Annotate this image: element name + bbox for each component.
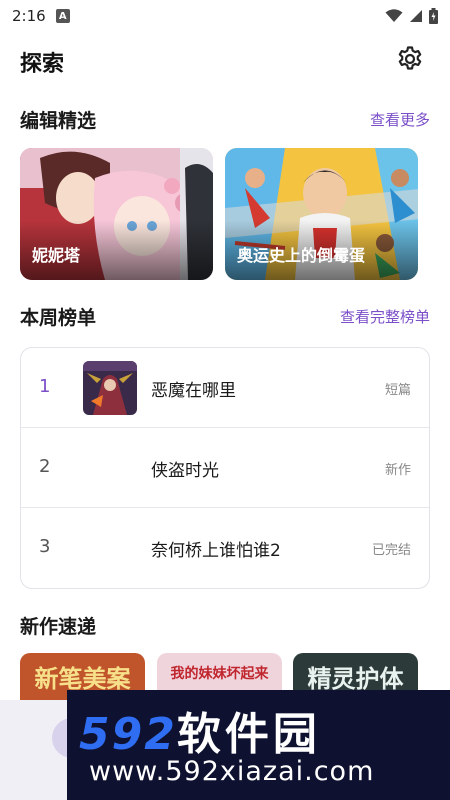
rank-number: 1 <box>39 376 51 397</box>
wifi-icon <box>385 9 403 22</box>
rank-row[interactable]: 3 奈何桥上谁怕谁2 已完结 <box>21 508 429 588</box>
editor-picks-more-link[interactable]: 查看更多 <box>370 109 430 130</box>
rank-title: 侠盗时光 <box>151 461 219 481</box>
new-work-cover-text: 我的妹妹坏起来 <box>170 666 269 682</box>
rank-tag: 短篇 <box>384 383 411 398</box>
gear-icon <box>398 46 422 70</box>
new-work-cover-text: 新笔美案 <box>34 665 131 693</box>
rank-list: 1 恶魔在哪里 短篇 2 侠盗时光 新作 3 奈何桥上谁怕谁2 已完结 <box>20 347 430 589</box>
rank-title: 恶魔在哪里 <box>151 381 236 401</box>
rank-tag: 新作 <box>384 463 411 478</box>
status-icons <box>385 8 438 24</box>
watermark-brand: 592软件园 <box>79 698 321 762</box>
weekly-rank-title: 本周榜单 <box>20 306 97 329</box>
editor-pick-label: 妮妮塔 <box>32 246 81 265</box>
status-time: 2:16 <box>12 7 46 25</box>
weekly-rank-more-link[interactable]: 查看完整榜单 <box>340 306 430 327</box>
rank-cover-image <box>83 361 137 415</box>
status-bar: 2:16 A <box>0 0 450 32</box>
page-title: 探索 <box>20 52 65 77</box>
weekly-rank-header: 本周榜单 查看完整榜单 <box>20 302 430 330</box>
rank-number: 2 <box>39 456 51 477</box>
rank-row[interactable]: 1 恶魔在哪里 短篇 <box>21 348 429 428</box>
rank-row[interactable]: 2 侠盗时光 新作 <box>21 428 429 508</box>
watermark-url: www.592xiazai.com <box>89 756 375 787</box>
watermark-brand-number: 592 <box>79 709 177 760</box>
new-work-cover-text: 精灵护体 <box>307 665 404 693</box>
editor-picks-header: 编辑精选 查看更多 <box>20 105 430 133</box>
header: 探索 <box>0 40 450 84</box>
battery-icon <box>429 8 438 24</box>
watermark-brand-cn: 软件园 <box>176 709 321 760</box>
editor-pick-card[interactable]: 妮妮塔 <box>20 148 213 280</box>
editor-pick-card[interactable]: 奥运史上的倒霉蛋 <box>225 148 418 280</box>
rank-tag: 已完结 <box>371 543 411 558</box>
settings-button[interactable] <box>394 43 426 75</box>
notification-a-icon: A <box>55 9 70 23</box>
new-works-header: 新作速递 <box>20 611 430 639</box>
editor-picks-title: 编辑精选 <box>20 109 97 132</box>
rank-number: 3 <box>39 536 51 557</box>
new-works-title: 新作速递 <box>20 615 97 638</box>
rank-title: 奈何桥上谁怕谁2 <box>151 541 281 561</box>
watermark-banner: 592软件园 www.592xiazai.com <box>67 690 450 800</box>
editor-pick-label: 奥运史上的倒霉蛋 <box>237 246 366 265</box>
signal-icon <box>410 10 422 22</box>
